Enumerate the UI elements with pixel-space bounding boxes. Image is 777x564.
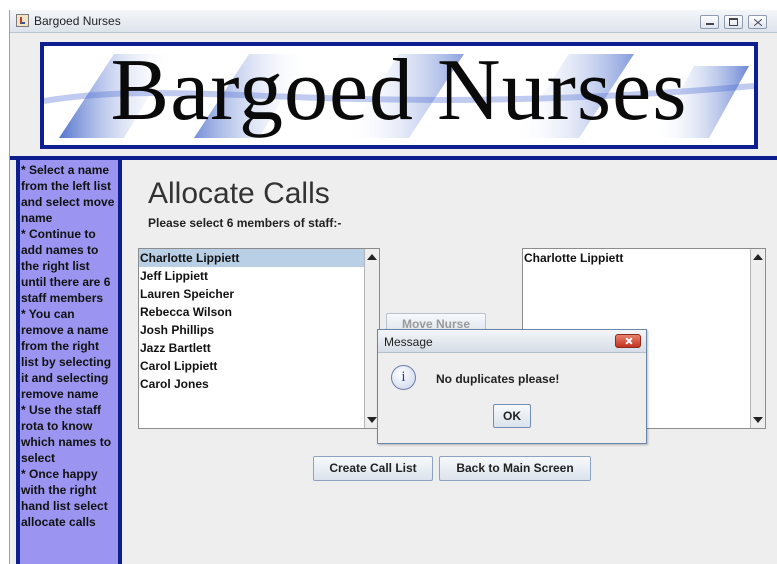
- title-bar: Bargoed Nurses: [10, 10, 777, 33]
- window-title: Bargoed Nurses: [34, 14, 121, 28]
- scroll-up-icon[interactable]: [753, 254, 763, 260]
- page-title: Allocate Calls: [148, 177, 330, 210]
- maximize-button[interactable]: [724, 15, 743, 29]
- list-item[interactable]: Jeff Lippiett: [139, 267, 379, 285]
- dialog-message: No duplicates please!: [436, 372, 560, 386]
- minimize-button[interactable]: [700, 15, 719, 29]
- scroll-down-icon[interactable]: [367, 417, 377, 423]
- close-button[interactable]: [748, 15, 767, 29]
- info-icon: i: [391, 365, 416, 390]
- list-item[interactable]: Carol Jones: [139, 375, 379, 393]
- banner-logo: Bargoed Nurses: [40, 42, 758, 149]
- ok-button[interactable]: OK: [493, 404, 531, 428]
- help-instructions-panel: * Select a name from the left list and s…: [16, 160, 122, 564]
- scroll-down-icon[interactable]: [753, 417, 763, 423]
- dialog-title-bar: Message: [378, 330, 646, 353]
- dialog-title: Message: [384, 335, 433, 349]
- scroll-up-icon[interactable]: [367, 254, 377, 260]
- list-item[interactable]: Charlotte Lippiett: [523, 249, 765, 267]
- list-item[interactable]: Rebecca Wilson: [139, 303, 379, 321]
- back-to-main-screen-button[interactable]: Back to Main Screen: [439, 456, 591, 481]
- instruction-text: Please select 6 members of staff:-: [148, 216, 342, 230]
- app-window: Bargoed Nurses Bargoed Nurses * Select a…: [9, 10, 777, 564]
- right-list-scrollbar[interactable]: [750, 249, 765, 428]
- dialog-close-icon[interactable]: [615, 334, 641, 348]
- list-item[interactable]: Josh Phillips: [139, 321, 379, 339]
- list-item[interactable]: Carol Lippiett: [139, 357, 379, 375]
- available-nurses-list[interactable]: Charlotte Lippiett Jeff Lippiett Lauren Sp…: [138, 248, 380, 429]
- message-dialog: Message i No duplicates please! OK: [377, 329, 647, 444]
- create-call-list-button[interactable]: Create Call List: [313, 456, 433, 481]
- selected-nurses-items: Charlotte Lippiett: [523, 249, 765, 267]
- java-app-icon: [16, 14, 29, 27]
- header-divider: [10, 156, 777, 160]
- list-item[interactable]: Lauren Speicher: [139, 285, 379, 303]
- available-nurses-items: Charlotte Lippiett Jeff Lippiett Lauren Sp…: [139, 249, 379, 393]
- banner-title: Bargoed Nurses: [110, 42, 688, 139]
- list-item[interactable]: Charlotte Lippiett: [139, 249, 379, 267]
- list-item[interactable]: Jazz Bartlett: [139, 339, 379, 357]
